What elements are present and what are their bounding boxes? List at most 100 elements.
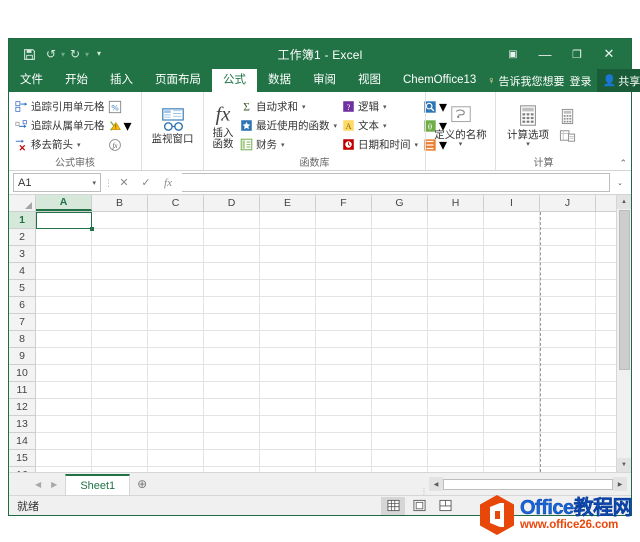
cell-B8[interactable] [92,331,148,347]
cell-E7[interactable] [260,314,316,330]
page-break-preview-icon[interactable] [433,497,457,515]
cell-H4[interactable] [428,263,484,279]
scroll-up-icon[interactable]: ▲ [617,195,631,209]
cell-E9[interactable] [260,348,316,364]
cell-D3[interactable] [204,246,260,262]
cell-G12[interactable] [372,399,428,415]
next-sheet-icon[interactable]: ▶ [51,480,57,489]
cancel-formula-icon[interactable]: ✕ [113,173,135,192]
cell-D8[interactable] [204,331,260,347]
cell-F9[interactable] [316,348,372,364]
cell-G6[interactable] [372,297,428,313]
cell-J16[interactable] [540,467,596,472]
name-box[interactable]: A1 ▾ [13,173,101,192]
show-formulas-button[interactable]: % [108,98,132,115]
calculate-sheet-button[interactable] [559,127,576,144]
active-cell-selection[interactable] [36,212,94,231]
cell-E12[interactable] [260,399,316,415]
cell-J15[interactable] [540,450,596,466]
financial-caret-icon[interactable]: ▾ [281,141,285,149]
row-header-13[interactable]: 13 [9,416,35,433]
financial-button[interactable]: 财务 ▾ [239,136,337,154]
cell-F1[interactable] [316,212,372,228]
cell-H6[interactable] [428,297,484,313]
cell-J3[interactable] [540,246,596,262]
tab-home[interactable]: 开始 [54,69,99,92]
cell-E11[interactable] [260,382,316,398]
table-row[interactable] [36,450,616,467]
column-header-I[interactable]: I [484,195,540,211]
cell-A9[interactable] [36,348,92,364]
row-header-14[interactable]: 14 [9,433,35,450]
row-header-9[interactable]: 9 [9,348,35,365]
tab-data[interactable]: 数据 [257,69,302,92]
cell-C12[interactable] [148,399,204,415]
cell-J9[interactable] [540,348,596,364]
cell-E16[interactable] [260,467,316,472]
cell-J13[interactable] [540,416,596,432]
cell-A7[interactable] [36,314,92,330]
trace-dependents-button[interactable]: 追踪从属单元格 [14,117,105,135]
cell-D2[interactable] [204,229,260,245]
cell-B5[interactable] [92,280,148,296]
cell-F5[interactable] [316,280,372,296]
cell-I16[interactable] [484,467,540,472]
cell-G8[interactable] [372,331,428,347]
cell-A6[interactable] [36,297,92,313]
cell-F12[interactable] [316,399,372,415]
cell-I12[interactable] [484,399,540,415]
cell-H13[interactable] [428,416,484,432]
column-header-H[interactable]: H [428,195,484,211]
cell-D6[interactable] [204,297,260,313]
row-header-10[interactable]: 10 [9,365,35,382]
table-row[interactable] [36,212,616,229]
date-time-button[interactable]: 日期和时间 ▾ [341,136,418,154]
table-row[interactable] [36,467,616,472]
cell-A16[interactable] [36,467,92,472]
tab-view[interactable]: 视图 [347,69,392,92]
cell-B14[interactable] [92,433,148,449]
cell-I5[interactable] [484,280,540,296]
cell-H10[interactable] [428,365,484,381]
cell-I6[interactable] [484,297,540,313]
cell-H3[interactable] [428,246,484,262]
logical-button[interactable]: ? 逻辑 ▾ [341,98,418,116]
column-header-E[interactable]: E [260,195,316,211]
table-row[interactable] [36,416,616,433]
page-layout-view-icon[interactable] [407,497,431,515]
row-header-6[interactable]: 6 [9,297,35,314]
cell-D7[interactable] [204,314,260,330]
cell-E15[interactable] [260,450,316,466]
table-row[interactable] [36,365,616,382]
expand-formula-bar-icon[interactable]: ⌄ [613,173,627,192]
cell-C3[interactable] [148,246,204,262]
tab-insert[interactable]: 插入 [99,69,144,92]
cell-J6[interactable] [540,297,596,313]
save-icon[interactable] [19,44,39,64]
vertical-scrollbar[interactable]: ▲ ▼ [616,195,631,472]
sign-in-button[interactable]: 登录 [570,73,592,89]
table-row[interactable] [36,348,616,365]
cell-G15[interactable] [372,450,428,466]
cell-A4[interactable] [36,263,92,279]
row-header-12[interactable]: 12 [9,399,35,416]
minimize-icon[interactable]: — [529,40,561,68]
cell-E4[interactable] [260,263,316,279]
cell-H16[interactable] [428,467,484,472]
error-checking-caret-icon[interactable]: ▾ [124,116,132,136]
scroll-right-icon[interactable]: ▶ [613,477,627,491]
cell-G5[interactable] [372,280,428,296]
select-all-corner[interactable] [9,195,36,211]
autosum-caret-icon[interactable]: ▾ [302,103,306,111]
row-header-7[interactable]: 7 [9,314,35,331]
table-row[interactable] [36,246,616,263]
trace-precedents-button[interactable]: 追踪引用单元格 [14,98,105,116]
redo-icon[interactable]: ↻ [65,44,85,64]
remove-arrows-caret-icon[interactable]: ▾ [77,141,81,149]
calculation-options-caret-icon[interactable]: ▾ [526,141,530,148]
cell-C6[interactable] [148,297,204,313]
cell-J7[interactable] [540,314,596,330]
cell-I7[interactable] [484,314,540,330]
cell-A15[interactable] [36,450,92,466]
formula-bar-grip[interactable]: ⋮ [104,178,113,187]
